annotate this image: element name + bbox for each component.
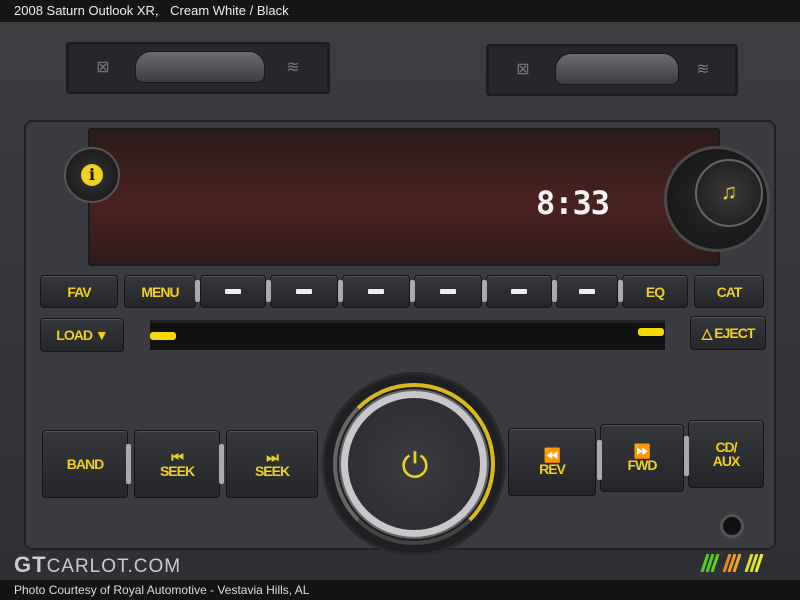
rev-label: REV	[539, 461, 566, 477]
cd-aux-label-2: AUX	[712, 453, 741, 469]
vent-wheel[interactable]	[135, 51, 265, 83]
separator-light	[618, 280, 623, 302]
radio-display	[88, 128, 720, 266]
preset-mark	[225, 289, 241, 294]
cd-aux-label-1: CD/	[715, 439, 737, 455]
separator-light	[126, 444, 131, 484]
fwd-button[interactable]: ⏩ FWD	[600, 424, 684, 492]
separator-light	[597, 440, 602, 480]
color-text: Cream White / Black	[170, 3, 289, 18]
separator-light	[195, 280, 200, 302]
separator-light	[552, 280, 557, 302]
aux-input-jack[interactable]	[720, 514, 744, 538]
rev-button[interactable]: ⏪ REV	[508, 428, 596, 496]
separator-light	[219, 444, 224, 484]
preset-button-5[interactable]	[486, 275, 552, 308]
separator-light	[338, 280, 343, 302]
photo-title-bar: 2008 Saturn Outlook XR, Cream White / Bl…	[0, 0, 800, 22]
preset-mark	[511, 289, 527, 294]
slot-light-left	[150, 332, 176, 340]
preset-button-1[interactable]	[200, 275, 266, 308]
watermark-logo: GTCARLOT.COM	[14, 552, 182, 577]
eq-button[interactable]: EQ	[622, 275, 688, 308]
separator-light	[410, 280, 415, 302]
watermark-stripes	[700, 554, 764, 572]
seek-forward-label: SEEK	[254, 463, 290, 479]
cat-button[interactable]: CAT	[694, 275, 764, 308]
info-icon: i	[81, 164, 103, 186]
vent-open-icon: ≋	[696, 61, 710, 78]
info-button[interactable]: i	[64, 147, 120, 203]
menu-button[interactable]: MENU	[124, 275, 196, 308]
preset-button-6[interactable]	[556, 275, 618, 308]
seek-back-button[interactable]: ⏮ SEEK	[134, 430, 220, 498]
load-button[interactable]: LOAD ▼	[40, 318, 124, 352]
separator-light	[684, 436, 689, 476]
preset-button-3[interactable]	[342, 275, 410, 308]
seek-back-label: SEEK	[159, 463, 195, 479]
separator-light	[482, 280, 487, 302]
skip-forward-icon: ⏭	[266, 449, 279, 465]
title-text: 2008 Saturn Outlook XR,	[14, 3, 159, 18]
air-vent-right: ⊠ ≋	[486, 44, 738, 96]
power-tune-knob[interactable]: ⏻	[322, 372, 506, 556]
preset-mark	[440, 289, 456, 294]
separator-light	[266, 280, 271, 302]
preset-mark	[579, 289, 595, 294]
vent-close-icon: ⊠	[96, 59, 110, 76]
skip-back-icon: ⏮	[171, 449, 184, 465]
cd-aux-button[interactable]: CD/AUX	[688, 420, 764, 488]
vent-close-icon: ⊠	[516, 61, 530, 78]
seek-forward-button[interactable]: ⏭ SEEK	[226, 430, 318, 498]
eject-button[interactable]: △ EJECT	[690, 316, 766, 350]
preset-mark	[368, 289, 384, 294]
cd-slot[interactable]	[150, 320, 665, 350]
fast-forward-icon: ⏩	[633, 443, 651, 459]
fav-button[interactable]: FAV	[40, 275, 118, 308]
clock-readout: 8:33	[536, 184, 610, 222]
music-icon: ♫	[695, 159, 763, 227]
vent-wheel[interactable]	[555, 53, 679, 85]
slot-light-right	[638, 328, 664, 336]
vent-open-icon: ≋	[286, 59, 300, 76]
band-button[interactable]: BAND	[42, 430, 128, 498]
air-vent-left: ⊠ ≋	[66, 42, 330, 94]
preset-button-2[interactable]	[270, 275, 338, 308]
preset-mark	[296, 289, 312, 294]
power-icon: ⏻	[401, 447, 429, 485]
fwd-label: FWD	[627, 457, 658, 473]
rewind-icon: ⏪	[543, 447, 561, 463]
volume-knob[interactable]: ♫	[664, 146, 770, 252]
photo-caption: Photo Courtesy of Royal Automotive - Ves…	[0, 580, 800, 600]
preset-button-4[interactable]	[414, 275, 482, 308]
